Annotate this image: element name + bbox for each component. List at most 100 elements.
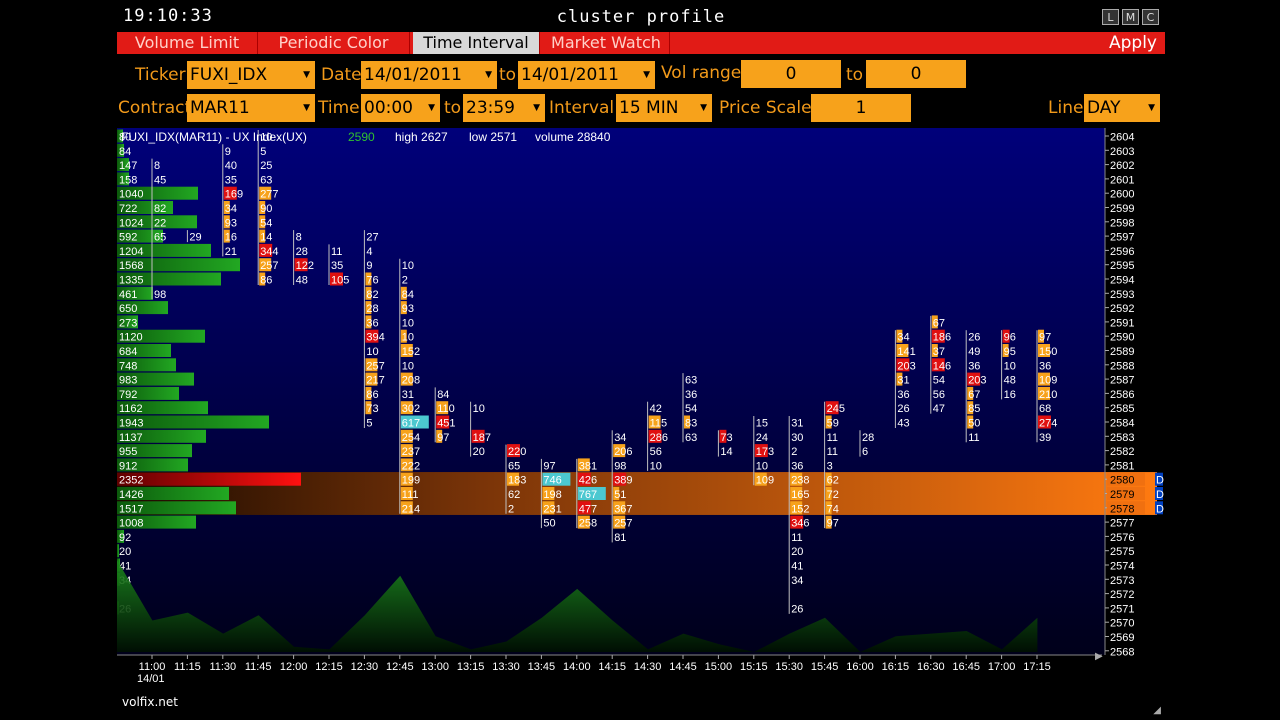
time-to-label: to <box>444 98 462 118</box>
cluster-value: 11 <box>827 446 838 458</box>
cluster-value: 98 <box>154 289 166 301</box>
tab-periodic-color[interactable]: Periodic Color <box>258 32 410 54</box>
cluster-value: 15 <box>756 418 768 430</box>
cluster-value: 47 <box>933 403 945 415</box>
cluster-value: 54 <box>933 375 945 387</box>
cluster-chart[interactable]: 8084147158104072210245921204156813354616… <box>117 128 1165 690</box>
apply-button[interactable]: Apply <box>1109 32 1157 54</box>
cluster-value: 10 <box>650 460 662 472</box>
cluster-value: 27 <box>366 232 378 244</box>
cluster-value: 73 <box>366 403 378 415</box>
price-tick-label: 2578 <box>1110 503 1134 515</box>
price-scale-input[interactable]: 1 <box>811 94 911 122</box>
cluster-value: 50 <box>543 518 555 530</box>
cluster-value: 2 <box>791 446 797 458</box>
cluster-value: 84 <box>437 389 449 401</box>
cluster-value: 109 <box>756 475 774 487</box>
cluster-value: 8 <box>296 232 302 244</box>
cluster-value: 31 <box>897 375 909 387</box>
time-to-select[interactable]: 23:59 ▼ <box>463 94 545 122</box>
profile-bar <box>117 472 301 486</box>
interval-select[interactable]: 15 MIN ▼ <box>616 94 712 122</box>
cluster-value: 152 <box>402 346 420 358</box>
date-to-value: 14/01/2011 <box>521 65 619 85</box>
cluster-value: 11 <box>827 432 838 444</box>
c-button[interactable]: C <box>1142 9 1159 25</box>
profile-value: 1204 <box>119 246 143 258</box>
cluster-value: 50 <box>968 418 980 430</box>
cluster-value: 48 <box>1004 375 1016 387</box>
cluster-value: 20 <box>791 546 803 558</box>
cluster-value: 109 <box>1039 375 1057 387</box>
cluster-value: 97 <box>543 460 555 472</box>
chevron-down-icon: ▼ <box>485 70 492 80</box>
price-tick-label: 2602 <box>1110 160 1134 172</box>
cluster-profile-window: 19:10:33 cluster profile L M C Volume Li… <box>117 0 1165 720</box>
cluster-value: 16 <box>225 232 237 244</box>
price-tick-label: 2577 <box>1110 518 1134 530</box>
time-tick-label: 12:45 <box>386 661 414 673</box>
profile-value: 147 <box>119 160 137 172</box>
contract-select[interactable]: MAR11 ▼ <box>187 94 315 122</box>
price-tick-label: 2585 <box>1110 403 1134 415</box>
price-tick-label: 2574 <box>1110 561 1134 573</box>
cluster-value: 34 <box>791 575 803 587</box>
profile-value: 158 <box>119 174 137 186</box>
vol-to-input[interactable]: 0 <box>866 60 966 88</box>
profile-value: 1040 <box>119 189 143 201</box>
cluster-value: 65 <box>154 232 166 244</box>
time-tick-label: 11:45 <box>245 661 272 673</box>
tab-volume-limit[interactable]: Volume Limit <box>117 32 258 54</box>
high-price: high 2627 <box>395 130 448 144</box>
l-button[interactable]: L <box>1102 9 1119 25</box>
time-tick-label: 15:30 <box>775 661 803 673</box>
time-from-select[interactable]: 00:00 ▼ <box>361 94 440 122</box>
line-select[interactable]: DAY ▼ <box>1084 94 1160 122</box>
cluster-value: 34 <box>614 432 626 444</box>
time-tick-label: 13:30 <box>492 661 520 673</box>
date-from-value: 14/01/2011 <box>364 65 462 85</box>
cluster-value: 10 <box>756 460 768 472</box>
ticker-select[interactable]: FUXI_IDX ▼ <box>187 61 315 89</box>
cluster-value: 208 <box>402 375 420 387</box>
date-from-select[interactable]: 14/01/2011 ▼ <box>361 61 497 89</box>
tab-market-watch[interactable]: Market Watch <box>543 32 670 54</box>
interval-label: Interval <box>549 98 615 118</box>
vol-to-label: to <box>846 65 864 85</box>
cluster-value: 30 <box>791 432 803 444</box>
profile-value: 1120 <box>119 332 143 344</box>
m-button[interactable]: M <box>1122 9 1139 25</box>
time-tick-label: 16:45 <box>952 661 980 673</box>
cluster-value: 198 <box>543 489 561 501</box>
profile-value: 1137 <box>119 432 143 444</box>
tab-time-interval[interactable]: Time Interval <box>413 32 540 54</box>
cluster-value: 451 <box>437 418 455 430</box>
cluster-value: 95 <box>1004 346 1016 358</box>
date-to-select[interactable]: 14/01/2011 ▼ <box>518 61 655 89</box>
time-tick-label: 11:00 <box>139 661 166 673</box>
cluster-value: 24 <box>756 432 768 444</box>
cluster-value: 36 <box>968 360 980 372</box>
time-tick-label: 16:30 <box>917 661 945 673</box>
vol-range-label: Vol range <box>661 63 742 83</box>
cluster-value: 93 <box>402 303 414 315</box>
cluster-value: 183 <box>508 475 526 487</box>
cluster-value: 34 <box>897 332 909 344</box>
cluster-value: 346 <box>791 518 809 530</box>
price-tick-label: 2588 <box>1110 360 1134 372</box>
profile-value: 955 <box>119 446 137 458</box>
price-tick-label: 2575 <box>1110 546 1134 558</box>
chevron-down-icon: ▼ <box>643 70 650 80</box>
cluster-value: 10 <box>402 332 414 344</box>
cluster-value: 199 <box>402 475 420 487</box>
cluster-value: 2 <box>402 275 408 287</box>
contract-label: Contract <box>118 98 192 118</box>
cluster-value: 10 <box>366 346 378 358</box>
resize-grip-icon[interactable]: ◢ <box>1153 705 1161 716</box>
cluster-value: 14 <box>720 446 732 458</box>
vol-from-input[interactable]: 0 <box>741 60 841 88</box>
cluster-value: 286 <box>650 432 668 444</box>
price-marker-label: D <box>1156 503 1164 515</box>
cluster-value: 26 <box>897 403 909 415</box>
price-tick-label: 2599 <box>1110 203 1134 215</box>
